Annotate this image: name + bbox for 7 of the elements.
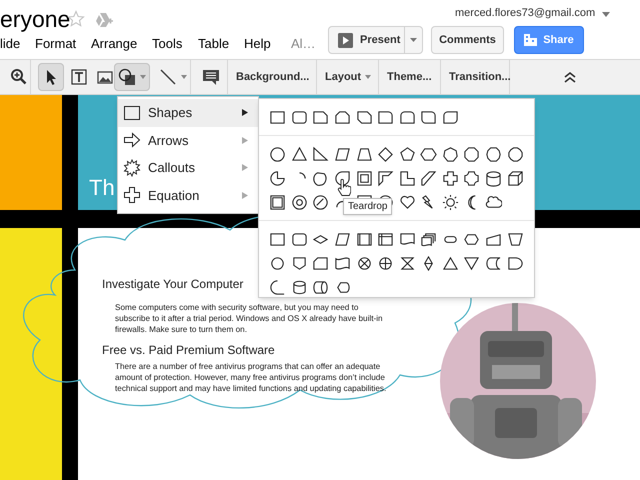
- save-status: Al…: [291, 37, 316, 50]
- tooltip: Teardrop: [343, 198, 392, 215]
- slide-title: Th: [89, 177, 115, 199]
- section-body: Some computers come with security software, but you may need to subscribe to it after a trial period. Windows and OS X already have built-in firewalls. Make sure to turn them on.: [115, 302, 384, 335]
- section-body: There are a number of free antivirus programs that can offer an adequate amount of protection. However, many free antivirus programs don’t include technical support and may have limited functions and updating capabilities.: [115, 361, 387, 394]
- section-heading: Free vs. Paid Premium Software: [102, 344, 275, 356]
- section-heading: Investigate Your Computer: [102, 278, 244, 290]
